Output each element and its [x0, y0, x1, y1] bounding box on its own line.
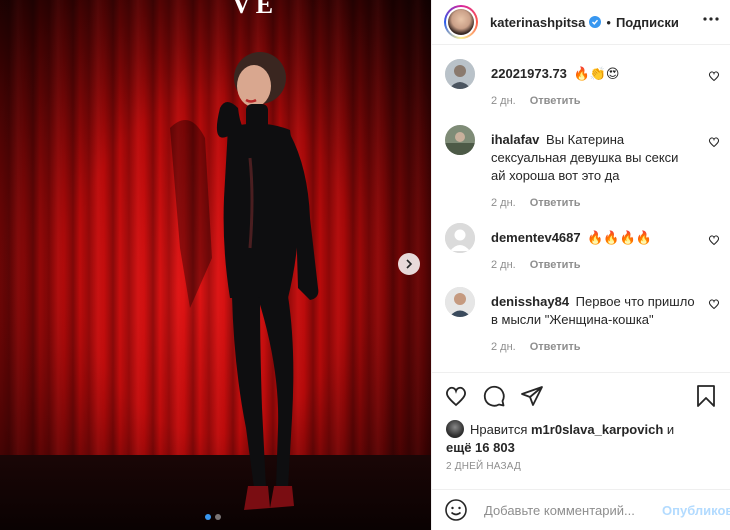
reply-button[interactable]: Ответить — [530, 341, 581, 353]
comment-text: 🔥🔥🔥🔥 — [587, 230, 652, 245]
chevron-right-icon — [406, 259, 413, 269]
comment-time[interactable]: 2 дн. — [491, 259, 516, 271]
comments-list[interactable]: 22021973.73 🔥👏😍 2 дн. Ответить ihalafav … — [432, 45, 730, 371]
post-timestamp[interactable]: 2 дней назад — [446, 461, 521, 472]
emoji-button[interactable] — [444, 498, 468, 522]
header-separator: • — [606, 14, 611, 30]
more-options-icon — [703, 17, 719, 21]
comment-time[interactable]: 2 дн. — [491, 341, 516, 353]
paper-plane-icon — [521, 386, 543, 406]
heart-icon — [708, 235, 720, 246]
heart-icon — [708, 71, 720, 82]
reply-button[interactable]: Ответить — [530, 259, 581, 271]
comment-item: 22021973.73 🔥👏😍 2 дн. Ответить — [432, 59, 730, 107]
comment-time[interactable]: 2 дн. — [491, 95, 516, 107]
liker-avatar[interactable] — [446, 420, 464, 438]
commenter-avatar[interactable] — [445, 287, 475, 317]
comment-button[interactable] — [482, 384, 506, 408]
comment-composer: Опубликовать — [432, 489, 730, 530]
carousel-dot-active — [205, 514, 211, 520]
likes-summary: Нравится m1r0slava_karpovich и ещё 16 80… — [446, 420, 716, 457]
share-button[interactable] — [520, 384, 544, 408]
commenter-avatar[interactable] — [445, 223, 475, 253]
smiley-icon — [445, 499, 467, 521]
like-comment-button[interactable] — [708, 297, 720, 315]
woman-figure — [170, 52, 319, 510]
bookmark-icon — [697, 385, 715, 407]
stage-sign: VE — [232, 0, 279, 19]
likes-and: и — [666, 422, 675, 437]
commenter-avatar[interactable] — [445, 59, 475, 89]
comment-item: dementev4687 🔥🔥🔥🔥 2 дн. Ответить — [432, 223, 730, 271]
likes-count-link[interactable]: ещё 16 803 — [446, 440, 515, 455]
liker-username[interactable]: m1r0slava_karpovich — [531, 422, 663, 437]
heart-icon — [708, 299, 720, 310]
save-button[interactable] — [694, 384, 718, 408]
comment-username[interactable]: denisshay84 — [491, 294, 569, 309]
comment-time[interactable]: 2 дн. — [491, 197, 516, 209]
comment-input[interactable] — [482, 501, 662, 519]
more-options-button[interactable] — [702, 10, 720, 33]
comment-username[interactable]: ihalafav — [491, 132, 539, 147]
like-button[interactable] — [444, 384, 468, 408]
comment-item: ihalafav Вы Катерина сексуальная девушка… — [432, 125, 730, 209]
like-comment-button[interactable] — [708, 69, 720, 87]
publish-button[interactable]: Опубликовать — [662, 503, 730, 518]
comment-username[interactable]: 22021973.73 — [491, 66, 567, 81]
post-photo[interactable]: VE — [0, 0, 431, 530]
author-username[interactable]: katerinashpitsa — [490, 15, 585, 30]
likes-prefix: Нравится — [470, 422, 528, 437]
next-photo-button[interactable] — [398, 253, 420, 275]
post-panel: katerinashpitsa • Подписки 22021973.73 🔥… — [431, 0, 730, 530]
author-avatar[interactable] — [444, 5, 478, 39]
reply-button[interactable]: Ответить — [530, 197, 581, 209]
verified-badge-icon — [589, 16, 602, 28]
post-header: katerinashpitsa • Подписки — [432, 0, 730, 45]
comment-bubble-icon — [483, 385, 505, 407]
post-actions — [432, 372, 730, 419]
heart-icon — [445, 386, 467, 407]
carousel-dot — [215, 514, 221, 520]
commenter-avatar[interactable] — [445, 125, 475, 155]
like-comment-button[interactable] — [708, 135, 720, 153]
carousel-dots — [205, 514, 221, 520]
comment-item: denisshay84 Первое что пришло в мысли "Ж… — [432, 287, 730, 353]
comment-username[interactable]: dementev4687 — [491, 230, 581, 245]
comment-text: 🔥👏😍 — [573, 66, 620, 81]
following-button[interactable]: Подписки — [616, 15, 679, 30]
heart-icon — [708, 137, 720, 148]
reply-button[interactable]: Ответить — [530, 95, 581, 107]
like-comment-button[interactable] — [708, 233, 720, 251]
